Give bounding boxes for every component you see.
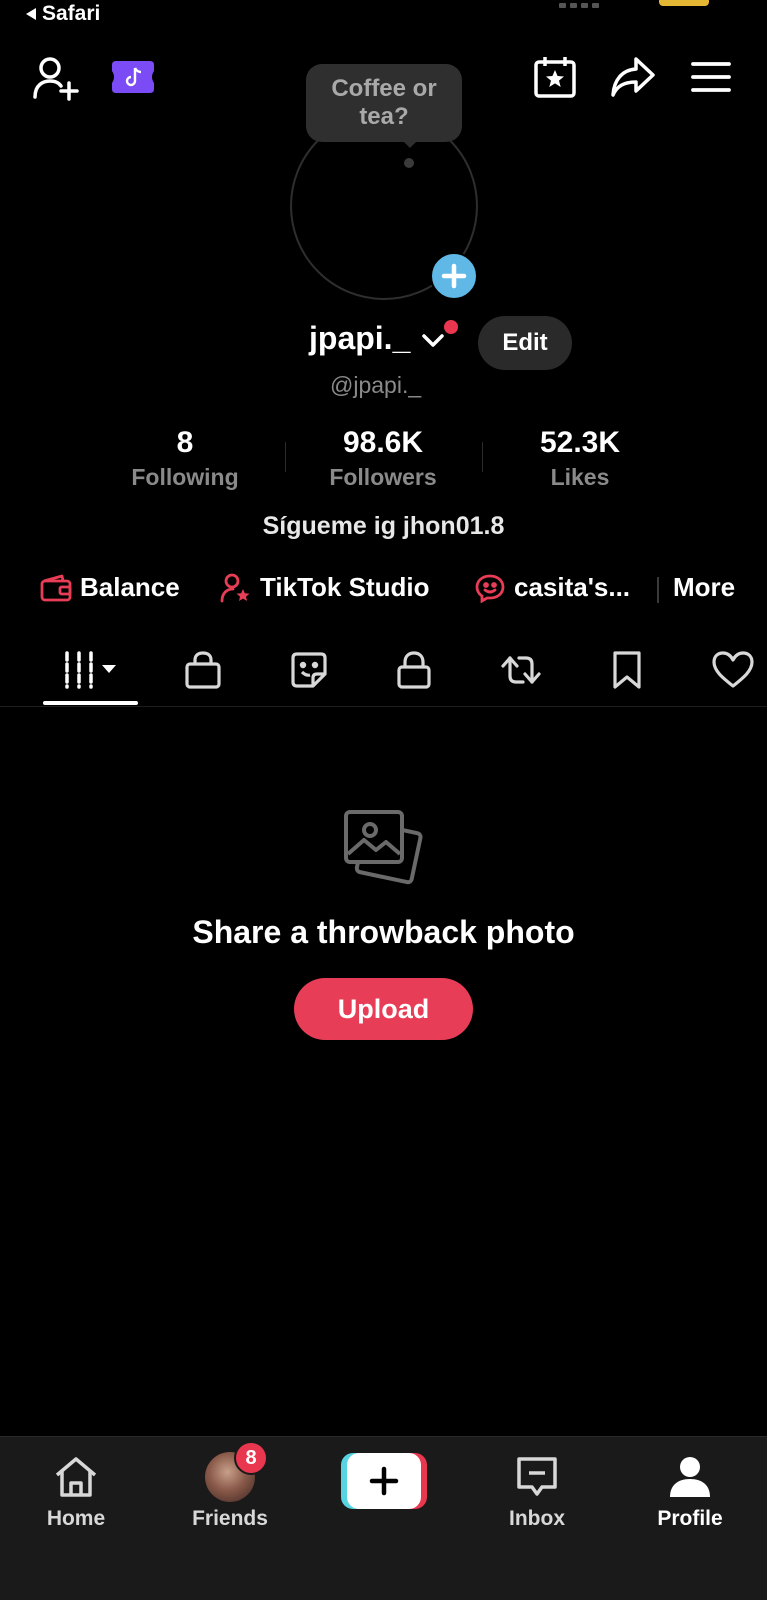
stat-followers[interactable]: 98.6K Followers	[310, 426, 456, 492]
nav-inbox[interactable]: Inbox	[477, 1451, 597, 1531]
balance-link[interactable]: Balance	[40, 572, 180, 603]
username[interactable]: jpapi._	[309, 320, 410, 357]
calendar-star-icon	[534, 57, 576, 98]
status-bar: Safari	[0, 0, 767, 28]
nav-home-label: Home	[46, 1507, 106, 1530]
sticker-icon	[291, 652, 327, 688]
plus-icon	[441, 263, 467, 289]
nav-profile[interactable]: Profile	[630, 1451, 750, 1531]
bottom-nav: Home Friends 8 Inbox Profile	[0, 1436, 767, 1600]
wallet-icon	[40, 574, 72, 601]
add-avatar-button[interactable]	[430, 252, 478, 300]
likes-label: Likes	[550, 464, 610, 490]
following-label: Following	[131, 464, 239, 490]
tiktok-studio-link[interactable]: TikTok Studio	[220, 572, 429, 603]
plus-icon	[369, 1466, 399, 1496]
tab-liked[interactable]	[710, 645, 756, 695]
tabs-divider	[0, 706, 767, 707]
back-app-label: Safari	[42, 2, 101, 25]
followers-count: 98.6K	[342, 426, 424, 459]
inbox-icon	[517, 1457, 557, 1496]
back-to-safari-link[interactable]: Safari	[26, 2, 100, 26]
account-switch-button[interactable]	[420, 330, 446, 355]
add-friend-icon	[33, 57, 79, 101]
repost-icon	[501, 656, 541, 684]
studio-label: TikTok Studio	[260, 572, 430, 602]
tab-reposts[interactable]	[498, 645, 544, 695]
menu-icon	[691, 62, 731, 92]
profile-bio[interactable]: Sígueme ig jhon01.8	[0, 512, 767, 541]
stat-divider	[482, 442, 483, 472]
nav-profile-label: Profile	[657, 1507, 723, 1530]
menu-button[interactable]	[690, 58, 732, 96]
quick-links-divider	[657, 577, 659, 603]
add-friend-button[interactable]	[30, 54, 82, 102]
tiktok-badge-button[interactable]	[110, 59, 156, 95]
tiktok-badge-icon	[112, 61, 154, 93]
likes-count: 52.3K	[539, 426, 621, 459]
more-label: More	[673, 572, 736, 602]
signal-icon	[559, 3, 599, 8]
create-button[interactable]	[341, 1453, 427, 1509]
followers-label: Followers	[329, 464, 437, 490]
tab-videos[interactable]	[58, 645, 124, 695]
community-link[interactable]: casita's...	[474, 572, 630, 603]
share-icon	[611, 57, 655, 97]
heart-icon	[712, 651, 754, 688]
nav-friends-label: Friends	[192, 1507, 268, 1530]
videos-grid-icon	[65, 651, 116, 689]
user-handle: @jpapi._	[330, 372, 422, 398]
tab-private[interactable]	[392, 645, 436, 695]
community-chat-icon	[475, 574, 505, 603]
nav-friends[interactable]: Friends	[170, 1451, 290, 1531]
following-count: 8	[176, 426, 194, 459]
shop-bag-icon	[185, 651, 221, 689]
active-tab-indicator	[43, 701, 138, 705]
note-bubble-dot	[404, 158, 414, 168]
notification-dot	[444, 320, 458, 334]
tab-favorites[interactable]	[607, 645, 647, 695]
back-triangle-icon	[26, 8, 36, 20]
nav-inbox-label: Inbox	[509, 1507, 565, 1530]
edit-profile-button[interactable]: Edit	[478, 316, 572, 370]
chevron-down-icon	[422, 334, 444, 347]
stat-following[interactable]: 8 Following	[120, 426, 250, 492]
studio-user-star-icon	[220, 573, 250, 602]
calendar-button[interactable]	[532, 54, 578, 100]
tab-shop[interactable]	[181, 645, 225, 695]
bookmark-icon	[613, 651, 641, 689]
home-icon	[55, 1457, 97, 1497]
friends-count-badge: 8	[234, 1441, 268, 1475]
tab-stickers[interactable]	[287, 645, 331, 695]
more-link[interactable]: More	[673, 572, 735, 603]
note-bubble[interactable]: Coffee or tea?	[306, 64, 462, 142]
upload-button[interactable]: Upload	[294, 978, 473, 1040]
nav-home[interactable]: Home	[16, 1451, 136, 1531]
photos-icon	[340, 806, 426, 897]
empty-state-title: Share a throwback photo	[192, 914, 575, 950]
lock-icon	[397, 651, 431, 689]
share-profile-button[interactable]	[610, 54, 656, 100]
stat-divider	[285, 442, 286, 472]
community-label: casita's...	[514, 572, 631, 602]
balance-label: Balance	[80, 572, 180, 602]
battery-icon	[659, 0, 709, 6]
note-bubble-tail	[400, 138, 420, 148]
stat-likes[interactable]: 52.3K Likes	[520, 426, 640, 492]
note-text: Coffee or tea?	[331, 75, 437, 130]
profile-icon	[670, 1457, 710, 1497]
